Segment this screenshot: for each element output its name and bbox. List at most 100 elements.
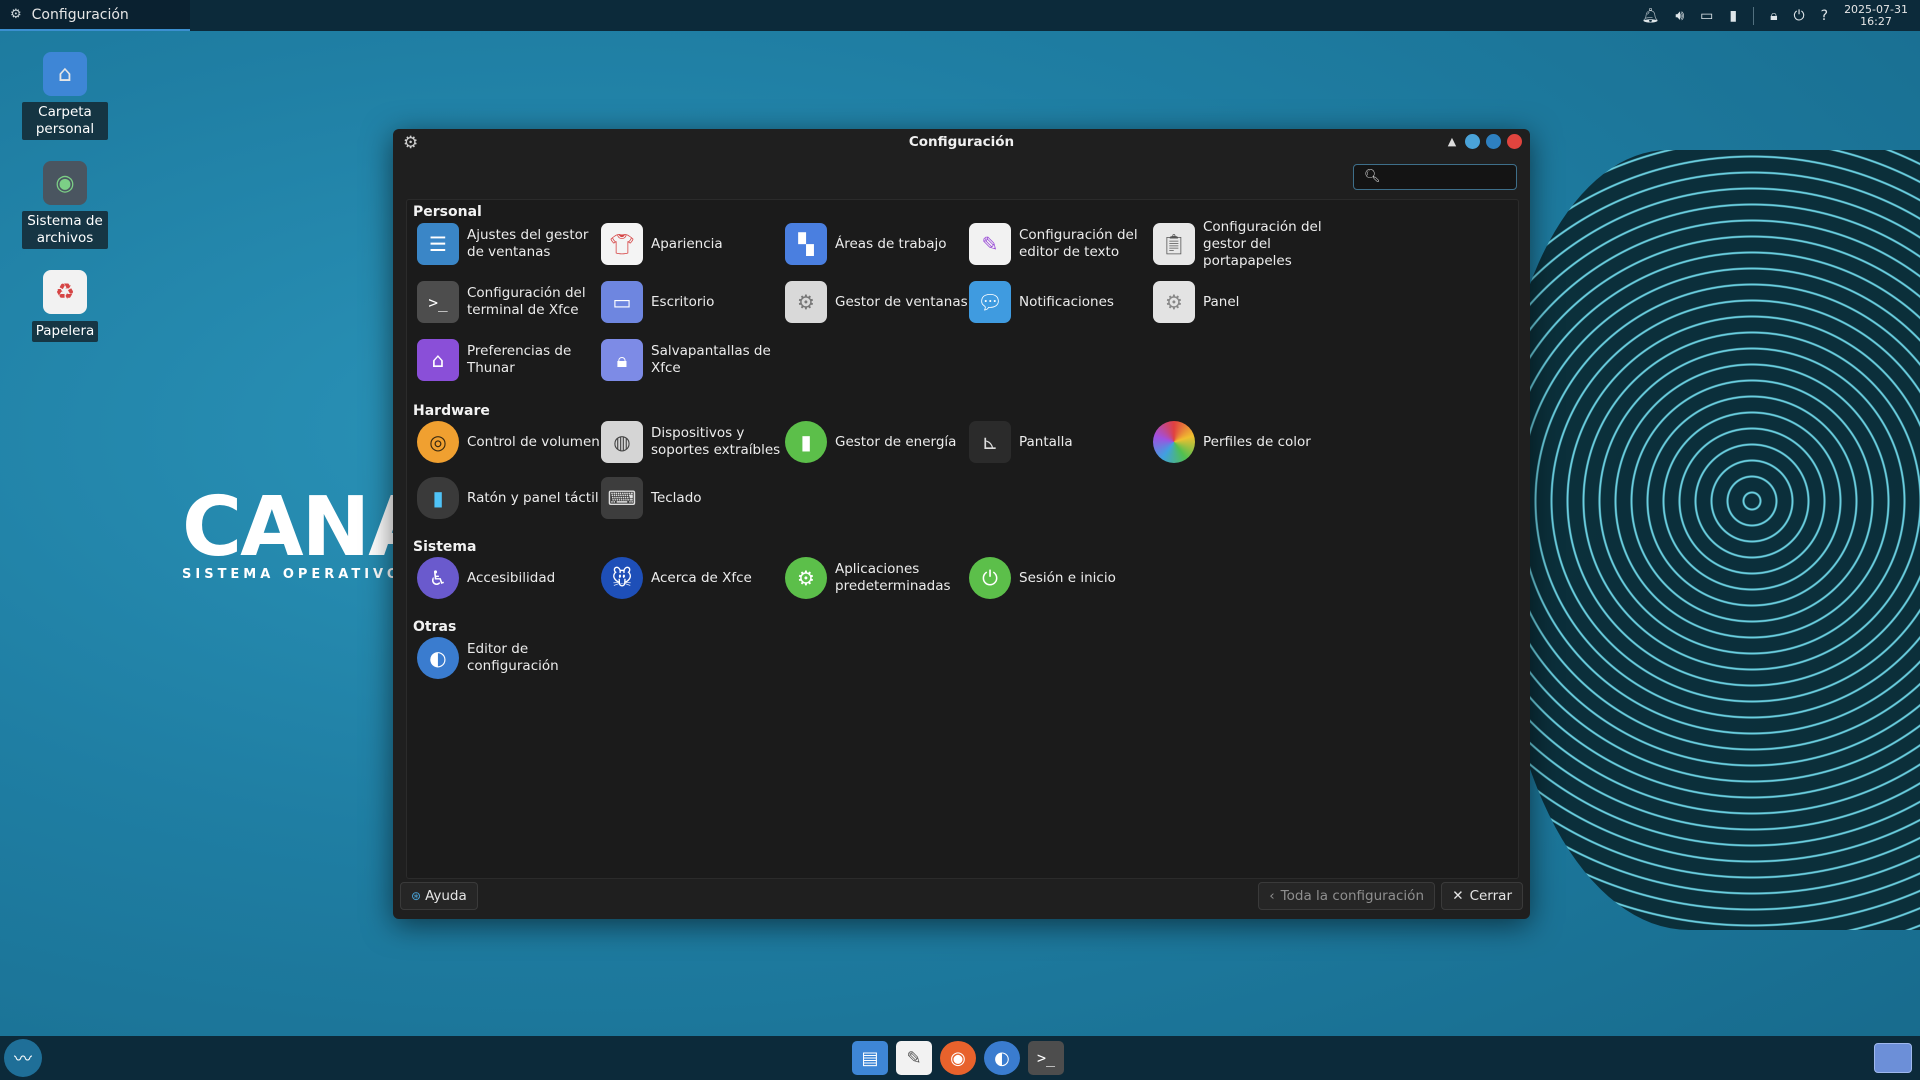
desktop-icon-home[interactable]: ⌂ Carpeta personal — [22, 52, 108, 140]
all-settings-button[interactable]: ‹ Toda la configuración — [1258, 882, 1435, 910]
minimize-button[interactable] — [1465, 134, 1480, 149]
power-icon: ⏻ — [969, 557, 1011, 599]
settings-item-default-apps[interactable]: ⚙ Aplicaciones predeterminadas — [785, 552, 969, 604]
help-icon[interactable]: ? — [1821, 8, 1828, 24]
volume-icon[interactable]: 🔊︎ — [1675, 8, 1684, 24]
text-editor-icon[interactable]: ✎ — [896, 1041, 932, 1075]
settings-item-session-startup[interactable]: ⏻ Sesión e inicio — [969, 552, 1153, 604]
settings-item-color-profiles[interactable]: Perfiles de color — [1153, 416, 1337, 468]
battery-icon: ▮ — [785, 421, 827, 463]
settings-item-removable-devices[interactable]: ◍ Dispositivos y soportes extraíbles — [601, 416, 785, 468]
chevron-left-icon: ‹ — [1269, 888, 1275, 904]
settings-item-label: Sesión e inicio — [1019, 569, 1116, 586]
chat-bubble-icon: 💬︎ — [969, 281, 1011, 323]
tray-separator — [1753, 6, 1755, 25]
power-icon[interactable]: ⏻ — [1794, 8, 1805, 24]
settings-item-label: Escritorio — [651, 293, 715, 310]
settings-item-display[interactable]: ⊾ Pantalla — [969, 416, 1153, 468]
settings-item-screensaver[interactable]: 🔒︎ Salvapantallas de Xfce — [601, 334, 785, 386]
close-window-button[interactable] — [1507, 134, 1522, 149]
bottom-panel: 〰 ▤ ✎ ◉ ◐ >_ — [0, 1036, 1920, 1080]
settings-item-label: Configuración del terminal de Xfce — [467, 285, 586, 318]
close-icon: ✕ — [1452, 888, 1464, 904]
settings-item-panel[interactable]: ⚙ Panel — [1153, 276, 1337, 328]
bell-icon[interactable]: 🔔︎ — [1642, 8, 1660, 24]
settings-item-label: Dispositivos y soportes extraíbles — [651, 425, 781, 458]
window-gear-icon: ⚙ — [785, 281, 827, 323]
toggle-icon: ◐ — [417, 637, 459, 679]
search-box[interactable]: 🔍︎ — [1353, 164, 1517, 190]
settings-item-mouse[interactable]: ▮ Ratón y panel táctil — [417, 472, 601, 524]
file-manager-icon[interactable]: ▤ — [852, 1041, 888, 1075]
screen-lock-icon: 🔒︎ — [601, 339, 643, 381]
window-controls: ▲ — [1445, 134, 1522, 149]
settings-item-label: Editor de configuración — [467, 641, 559, 674]
settings-item-accessibility[interactable]: ♿︎ Accesibilidad — [417, 552, 601, 604]
settings-item-terminal[interactable]: >_ Configuración del terminal de Xfce — [417, 276, 601, 328]
keyboard-icon: ⌨ — [601, 477, 643, 519]
window-title: Configuración — [908, 134, 1015, 150]
settings-item-label: Configuración del gestor del portapapele… — [1203, 218, 1322, 269]
settings-item-label: Accesibilidad — [467, 569, 556, 586]
settings-item-config-editor[interactable]: ◐ Editor de configuración — [417, 632, 601, 684]
search-input[interactable] — [1384, 168, 1512, 188]
settings-item-label: Salvapantallas de Xfce — [651, 343, 771, 376]
firefox-icon[interactable]: ◉ — [940, 1041, 976, 1075]
settings-item-workspaces[interactable]: ▚ Áreas de trabajo — [785, 218, 969, 270]
gear-green-icon: ⚙ — [785, 557, 827, 599]
app-menu-button[interactable]: 〰 — [4, 1039, 42, 1077]
settings-item-label: Control de volumen — [467, 433, 600, 450]
settings-item-label: Apariencia — [651, 235, 723, 252]
settings-item-label: Gestor de ventanas — [835, 293, 968, 310]
desktop-icon-trash[interactable]: ♻ Papelera — [22, 270, 108, 342]
clipboard-icon: 📋︎ — [1153, 223, 1195, 265]
maximize-button[interactable] — [1486, 134, 1501, 149]
lock-icon[interactable]: 🔒︎ — [1770, 8, 1777, 24]
settings-item-label: Gestor de energía — [835, 433, 957, 450]
settings-item-clipboard[interactable]: 📋︎ Configuración del gestor del portapap… — [1153, 218, 1337, 270]
settings-item-keyboard[interactable]: ⌨ Teclado — [601, 472, 785, 524]
settings-item-notifications[interactable]: 💬︎ Notificaciones — [969, 276, 1153, 328]
help-button[interactable]: ⊛ Ayuda — [400, 882, 478, 910]
settings-item-volume[interactable]: ◎ Control de volumen — [417, 416, 601, 468]
settings-item-desktop[interactable]: ▭ Escritorio — [601, 276, 785, 328]
taskbar-window-button[interactable]: ⚙ Configuración — [0, 0, 190, 31]
app-menu-icon: 〰 — [14, 1049, 32, 1070]
color-wheel-icon — [1153, 421, 1195, 463]
settings-window: ⚙ Configuración ▲ 🔍︎ Personal ☰ Ajustes … — [393, 129, 1530, 919]
settings-item-window-manager-tweaks[interactable]: ☰ Ajustes del gestor de ventanas — [417, 218, 601, 270]
xfce-mouse-icon: 🐭︎ — [601, 557, 643, 599]
clock[interactable]: 2025-07-31 16:27 — [1844, 3, 1908, 28]
settings-grid: Personal ☰ Ajustes del gestor de ventana… — [406, 199, 1519, 879]
close-button[interactable]: ✕ Cerrar — [1441, 882, 1523, 910]
desktop-icon-filesystem[interactable]: ◉ Sistema de archivos — [22, 161, 108, 249]
workspace-switcher[interactable] — [1874, 1043, 1912, 1073]
settings-item-thunar[interactable]: ⌂ Preferencias de Thunar — [417, 334, 601, 386]
battery-icon[interactable]: ▮ — [1729, 8, 1737, 24]
help-button-label: Ayuda — [425, 888, 467, 904]
settings-item-label: Teclado — [651, 489, 702, 506]
mouse-icon: ▮ — [417, 477, 459, 519]
terminal-icon: >_ — [417, 281, 459, 323]
settings-item-power-manager[interactable]: ▮ Gestor de energía — [785, 416, 969, 468]
display-icon[interactable]: ▭ — [1700, 8, 1713, 24]
clock-time: 16:27 — [1860, 14, 1892, 28]
settings-item-label: Pantalla — [1019, 433, 1073, 450]
window-footer: ⊛ Ayuda ‹ Toda la configuración ✕ Cerrar — [400, 882, 1523, 912]
settings-item-label: Configuración del editor de texto — [1019, 227, 1138, 260]
shade-button[interactable]: ▲ — [1445, 135, 1459, 148]
close-button-label: Cerrar — [1469, 888, 1512, 904]
settings-item-label: Acerca de Xfce — [651, 569, 752, 586]
settings-item-about-xfce[interactable]: 🐭︎ Acerca de Xfce — [601, 552, 785, 604]
settings-item-window-manager[interactable]: ⚙ Gestor de ventanas — [785, 276, 969, 328]
wallpaper-swirl — [1500, 150, 1920, 930]
terminal-icon[interactable]: >_ — [1028, 1041, 1064, 1075]
settings-item-label: Panel — [1203, 293, 1240, 310]
settings-item-appearance[interactable]: 👕︎ Apariencia — [601, 218, 785, 270]
trash-icon: ♻ — [43, 270, 87, 314]
window-titlebar[interactable]: ⚙ Configuración ▲ — [393, 129, 1530, 155]
settings-item-text-editor[interactable]: ✎ Configuración del editor de texto — [969, 218, 1153, 270]
settings-toggle-icon[interactable]: ◐ — [984, 1041, 1020, 1075]
document-edit-icon: ✎ — [969, 223, 1011, 265]
drive-icon: ◉ — [43, 161, 87, 205]
